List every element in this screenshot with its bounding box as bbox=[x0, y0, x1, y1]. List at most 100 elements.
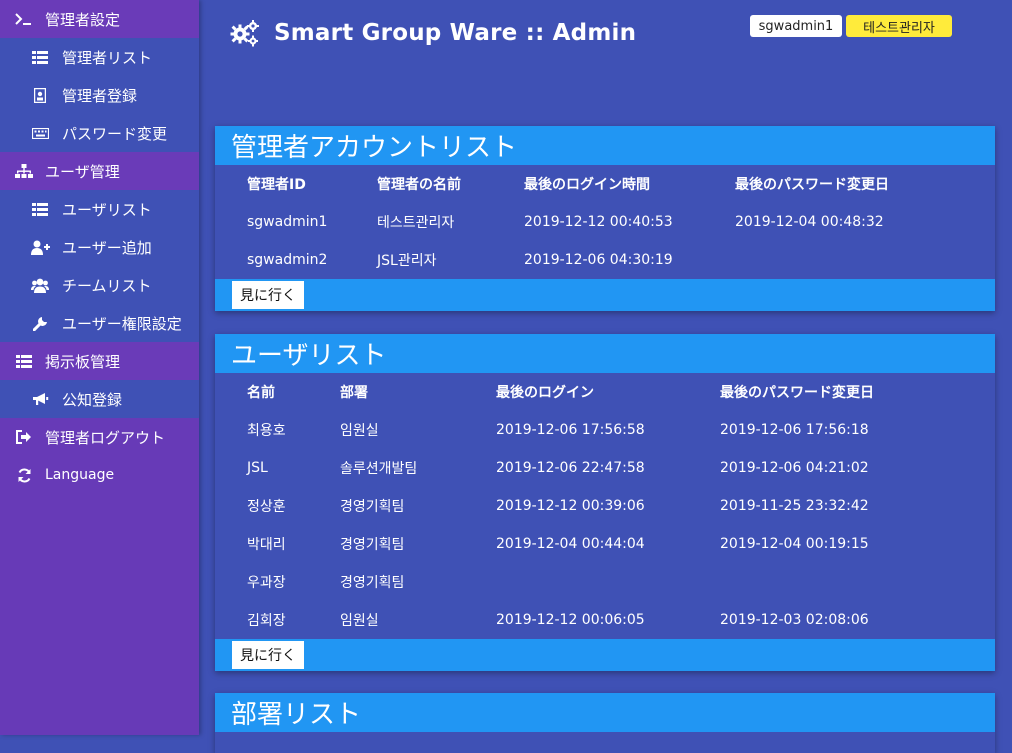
sidebar-item-team-list[interactable]: チームリスト bbox=[0, 266, 199, 304]
keyboard-icon bbox=[30, 124, 50, 142]
sidebar-item-label: 公知登録 bbox=[62, 390, 123, 409]
bullhorn-icon bbox=[30, 390, 50, 408]
users-icon bbox=[30, 276, 50, 294]
sidebar-item-label: 管理者リスト bbox=[62, 48, 153, 67]
view-users-button[interactable]: 見に行く bbox=[232, 641, 304, 669]
sidebar-item-user-add[interactable]: ユーザー追加 bbox=[0, 228, 199, 266]
sidebar-item-user-permissions[interactable]: ユーザー権限設定 bbox=[0, 304, 199, 342]
admin-account-panel: 管理者アカウントリスト 管理者ID 管理者の名前 最後のログイン時間 最後のパス… bbox=[215, 126, 995, 311]
table-cell: sgwadmin2 bbox=[247, 252, 328, 268]
sidebar-item-user-management[interactable]: ユーザ管理 bbox=[0, 152, 199, 190]
table-cell: JSL관리자 bbox=[377, 253, 437, 269]
panel-title: 管理者アカウントリスト bbox=[215, 126, 995, 165]
sidebar-item-label: 掲示板管理 bbox=[45, 352, 121, 371]
sidebar-item-label: ユーザ管理 bbox=[45, 162, 120, 181]
sidebar-item-admin-logout[interactable]: 管理者ログアウト bbox=[0, 418, 199, 456]
sidebar-item-notice-register[interactable]: 公知登録 bbox=[0, 380, 199, 418]
sidebar-item-language[interactable]: Language bbox=[0, 456, 199, 494]
table-header-row: 管理者ID 管理者の名前 最後のログイン時間 最後のパスワード変更日 bbox=[215, 165, 995, 203]
table-cell: 2019-12-12 00:39:06 bbox=[496, 498, 645, 514]
sign-out-icon bbox=[14, 428, 34, 446]
column-header: 部署 bbox=[340, 385, 368, 401]
table-cell: 박대리 bbox=[247, 537, 286, 553]
table-cell: 2019-12-04 00:44:04 bbox=[496, 536, 645, 552]
panel-footer: 見に行く bbox=[215, 639, 995, 671]
terminal-icon bbox=[14, 10, 34, 28]
id-card-icon bbox=[30, 86, 50, 104]
list-icon bbox=[14, 352, 34, 370]
table-cell: 경영기획팀 bbox=[340, 499, 405, 515]
user-plus-icon bbox=[30, 238, 50, 256]
column-header: 管理者の名前 bbox=[377, 177, 461, 193]
table-row[interactable]: 정상훈 경영기획팀 2019-12-12 00:39:06 2019-11-25… bbox=[215, 487, 995, 525]
page-title-text: Smart Group Ware :: Admin bbox=[274, 20, 637, 46]
table-cell: 2019-12-03 02:08:06 bbox=[720, 612, 869, 628]
list-icon bbox=[30, 200, 50, 218]
user-list-table: 名前 部署 最後のログイン 最後のパスワード変更日 최용호 임원실 2019-1… bbox=[215, 373, 995, 639]
user-list-panel: ユーザリスト 名前 部署 最後のログイン 最後のパスワード変更日 최용호 임원실… bbox=[215, 334, 995, 671]
sidebar-item-password-change[interactable]: パスワード変更 bbox=[0, 114, 199, 152]
table-row[interactable]: sgwadmin1 테스트관리자 2019-12-12 00:40:53 201… bbox=[215, 203, 995, 241]
column-header: 最後のパスワード変更日 bbox=[720, 385, 874, 401]
sidebar-item-label: ユーザー追加 bbox=[62, 238, 152, 257]
sidebar-item-label: 管理者登録 bbox=[62, 86, 138, 105]
table-cell: 2019-12-06 17:56:58 bbox=[496, 422, 645, 438]
table-row[interactable]: 최용호 임원실 2019-12-06 17:56:58 2019-12-06 1… bbox=[215, 411, 995, 449]
column-header: 最後のログイン bbox=[496, 385, 594, 401]
table-cell: 경영기획팀 bbox=[340, 537, 405, 553]
sitemap-icon bbox=[14, 162, 34, 180]
sidebar-item-label: ユーザリスト bbox=[62, 200, 152, 219]
table-cell: 2019-12-12 00:40:53 bbox=[524, 214, 673, 230]
table-cell: 김회장 bbox=[247, 613, 286, 629]
table-cell: 2019-12-12 00:06:05 bbox=[496, 612, 645, 628]
table-cell bbox=[720, 563, 995, 601]
table-header-row: 名前 部署 最後のログイン 最後のパスワード変更日 bbox=[215, 373, 995, 411]
table-row[interactable]: sgwadmin2 JSL관리자 2019-12-06 04:30:19 bbox=[215, 241, 995, 279]
table-cell bbox=[496, 563, 720, 601]
sidebar-item-label: パスワード変更 bbox=[62, 124, 168, 143]
table-cell: 2019-11-25 23:32:42 bbox=[720, 498, 869, 514]
wrench-icon bbox=[30, 314, 50, 332]
sidebar-item-admin-register[interactable]: 管理者登録 bbox=[0, 76, 199, 114]
sidebar-item-admin-list[interactable]: 管理者リスト bbox=[0, 38, 199, 76]
table-cell: 2019-12-06 17:56:18 bbox=[720, 422, 869, 438]
panel-title: 部署リスト bbox=[215, 693, 995, 732]
table-cell: 2019-12-04 00:19:15 bbox=[720, 536, 869, 552]
table-row[interactable]: JSL 솔루션개발팀 2019-12-06 22:47:58 2019-12-0… bbox=[215, 449, 995, 487]
sidebar-item-label: 管理者設定 bbox=[45, 10, 121, 29]
sidebar-item-user-list[interactable]: ユーザリスト bbox=[0, 190, 199, 228]
sidebar-item-label: 管理者ログアウト bbox=[45, 428, 166, 447]
sidebar-item-admin-settings[interactable]: 管理者設定 bbox=[0, 0, 199, 38]
column-header: 名前 bbox=[247, 385, 275, 401]
refresh-icon bbox=[14, 466, 34, 484]
list-icon bbox=[30, 48, 50, 66]
sidebar-item-board-management[interactable]: 掲示板管理 bbox=[0, 342, 199, 380]
table-cell: 최용호 bbox=[247, 423, 286, 439]
table-cell: 우과장 bbox=[247, 575, 286, 591]
table-cell: 정상훈 bbox=[247, 499, 286, 515]
view-admins-button[interactable]: 見に行く bbox=[232, 281, 304, 309]
user-id-badge: sgwadmin1 bbox=[750, 15, 842, 37]
table-cell: 2019-12-06 22:47:58 bbox=[496, 460, 645, 476]
table-cell: 2019-12-04 00:48:32 bbox=[735, 214, 884, 230]
panel-title: ユーザリスト bbox=[215, 334, 995, 373]
department-list-panel: 部署リスト bbox=[215, 693, 995, 753]
sidebar-item-label: チームリスト bbox=[62, 276, 152, 295]
table-cell: 2019-12-06 04:21:02 bbox=[720, 460, 869, 476]
page-title: Smart Group Ware :: Admin bbox=[230, 18, 636, 48]
table-cell: 2019-12-06 04:30:19 bbox=[524, 252, 673, 268]
table-cell: 테스트관리자 bbox=[377, 215, 455, 231]
column-header: 管理者ID bbox=[247, 177, 306, 193]
table-cell bbox=[735, 241, 995, 279]
table-cell: 임원실 bbox=[340, 423, 379, 439]
table-cell: JSL bbox=[247, 460, 268, 476]
table-row[interactable]: 박대리 경영기획팀 2019-12-04 00:44:04 2019-12-04… bbox=[215, 525, 995, 563]
table-row[interactable]: 우과장 경영기획팀 bbox=[215, 563, 995, 601]
sidebar: 管理者設定 管理者リスト 管理者登録 パスワード変更 ユーザ管理 ユーザリスト bbox=[0, 0, 199, 735]
user-name-badge: 테스트관리자 bbox=[846, 15, 952, 37]
table-row[interactable]: 김회장 임원실 2019-12-12 00:06:05 2019-12-03 0… bbox=[215, 601, 995, 639]
table-cell: 경영기획팀 bbox=[340, 575, 405, 591]
gears-icon bbox=[230, 20, 259, 47]
column-header: 最後のパスワード変更日 bbox=[735, 177, 889, 193]
sidebar-item-label: ユーザー権限設定 bbox=[62, 314, 182, 333]
